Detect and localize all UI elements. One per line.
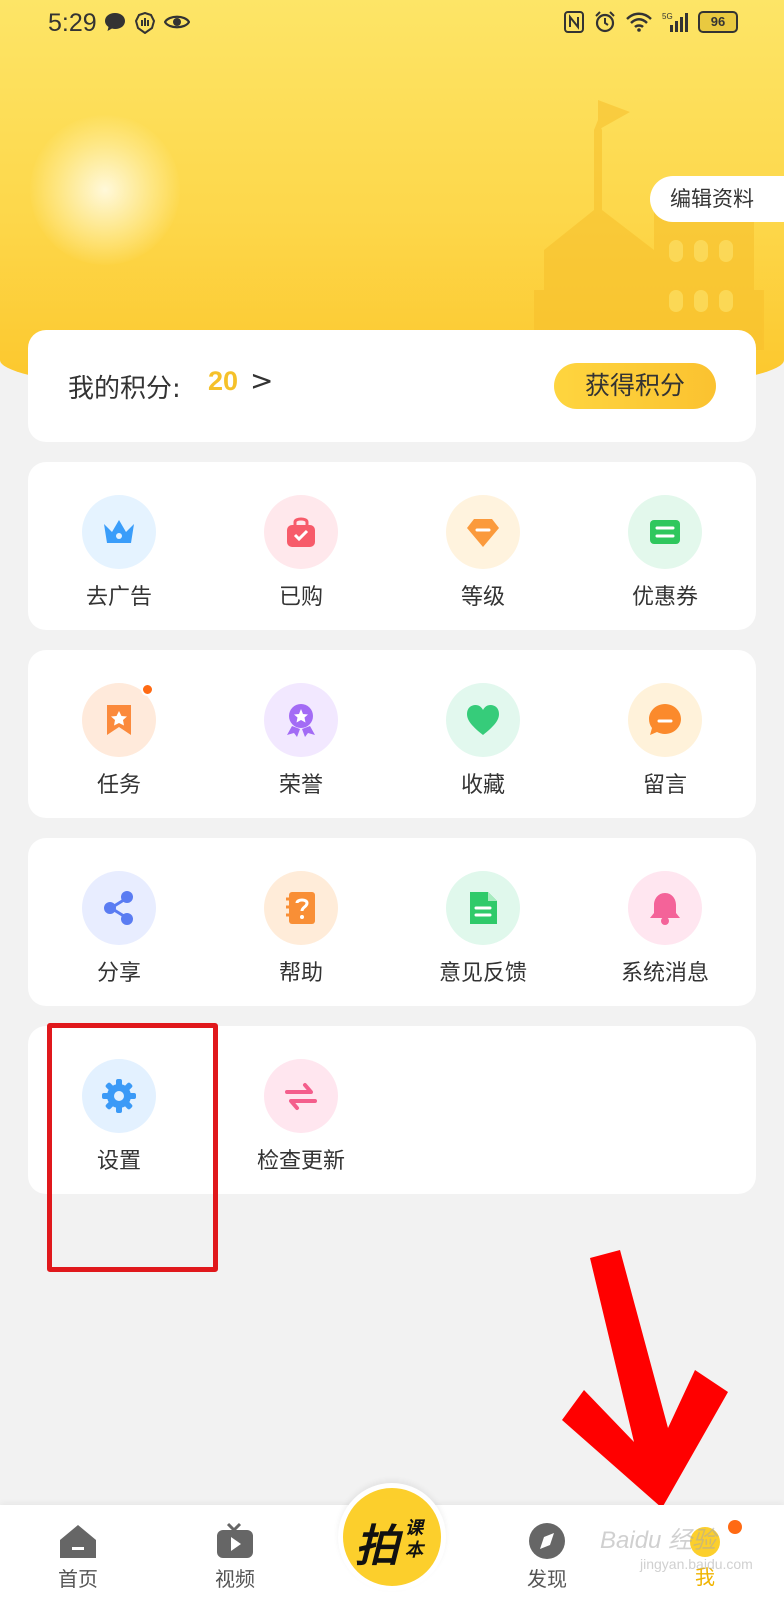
alarm-icon <box>595 11 615 33</box>
share-label: 分享 <box>96 961 141 986</box>
tab-video[interactable]: 视频 <box>190 1521 280 1592</box>
coupon-icon <box>650 520 680 544</box>
camera-button[interactable]: 拍 课 本 <box>338 1483 446 1591</box>
refresh-arrows-icon <box>285 1083 317 1110</box>
favorites-label: 收藏 <box>460 773 505 798</box>
tv-icon <box>217 1522 253 1558</box>
wifi-icon <box>626 12 652 32</box>
task-item[interactable]: 任务 <box>28 683 210 803</box>
battery-indicator: 96 <box>698 11 738 33</box>
crown-icon <box>104 520 134 543</box>
camera-button-text: 拍 <box>355 1521 399 1572</box>
watermark-url: jingyan.baidu.com <box>640 1556 753 1572</box>
notification-dot <box>141 683 154 696</box>
task-label: 任务 <box>96 773 141 798</box>
bell-icon <box>650 893 680 925</box>
chevron-right-icon[interactable]: > <box>250 364 273 397</box>
feedback-label: 意见反馈 <box>438 961 527 986</box>
compass-icon <box>529 1523 565 1559</box>
points-label: 我的积分: <box>68 374 181 404</box>
level-label: 等级 <box>460 585 505 610</box>
check-update-label: 检查更新 <box>256 1149 345 1174</box>
highlight-box <box>47 1023 218 1272</box>
message-item[interactable]: 留言 <box>574 683 756 803</box>
remove-ads-label: 去广告 <box>85 585 152 610</box>
share-item[interactable]: 分享 <box>28 871 210 991</box>
system-message-item[interactable]: 系统消息 <box>574 871 756 991</box>
notification-dot <box>728 1520 742 1534</box>
shopping-bag-icon <box>287 517 315 547</box>
feature-grid-row-3: 分享 帮助 意见反馈 系统消息 <box>28 838 756 1006</box>
chat-bubble-icon <box>105 13 125 31</box>
feedback-document-icon <box>470 892 497 924</box>
feature-grid-row-2: 任务 荣誉 收藏 留言 <box>28 650 756 818</box>
coupon-label: 优惠券 <box>631 585 698 610</box>
medal-icon <box>287 704 315 737</box>
feature-grid-row-1: 去广告 已购 等级 优惠券 <box>28 462 756 630</box>
honor-item[interactable]: 荣誉 <box>210 683 392 803</box>
edit-profile-button[interactable]: 编辑资料 <box>650 176 784 222</box>
watermark: Baidu 经验 <box>600 1527 717 1554</box>
signal-icon: 5G <box>662 12 688 32</box>
tab-home-label: 首页 <box>58 1567 98 1591</box>
svg-text:5G: 5G <box>662 12 673 21</box>
avatar[interactable] <box>30 115 180 265</box>
remove-ads-item[interactable]: 去广告 <box>28 495 210 615</box>
heart-icon <box>467 705 499 735</box>
nfc-icon <box>564 11 584 33</box>
coupon-item[interactable]: 优惠券 <box>574 495 756 615</box>
tab-video-label: 视频 <box>215 1567 255 1591</box>
hand-icon <box>134 12 156 34</box>
tab-home[interactable]: 首页 <box>33 1521 123 1592</box>
red-arrow-annotation <box>562 1250 728 1508</box>
message-icon <box>649 704 681 735</box>
help-book-icon <box>286 892 315 924</box>
level-item[interactable]: 等级 <box>392 495 574 615</box>
tab-discover[interactable]: 发现 <box>502 1521 592 1592</box>
bookmark-star-icon <box>107 705 131 735</box>
feedback-item[interactable]: 意见反馈 <box>392 871 574 991</box>
favorites-item[interactable]: 收藏 <box>392 683 574 803</box>
help-label: 帮助 <box>278 961 323 986</box>
purchased-item[interactable]: 已购 <box>210 495 392 615</box>
tab-discover-label: 发现 <box>527 1567 567 1591</box>
diamond-icon <box>467 519 499 547</box>
message-label: 留言 <box>642 773 687 798</box>
honor-label: 荣誉 <box>278 773 323 798</box>
system-message-label: 系统消息 <box>620 961 709 986</box>
home-icon <box>60 1525 96 1558</box>
share-icon <box>104 891 133 925</box>
points-value[interactable]: 20 <box>208 366 238 397</box>
eye-icon <box>164 15 190 29</box>
earn-points-button[interactable]: 获得积分 <box>554 363 716 409</box>
camera-button-sub-2: 本 <box>405 1540 423 1561</box>
points-card: 我的积分: 20 > 获得积分 <box>28 330 756 442</box>
help-item[interactable]: 帮助 <box>210 871 392 991</box>
status-time: 5:29 <box>48 9 97 37</box>
check-update-item[interactable]: 检查更新 <box>210 1059 392 1179</box>
status-bar: 5:29 5G 96 <box>0 0 784 48</box>
purchased-label: 已购 <box>278 585 323 610</box>
